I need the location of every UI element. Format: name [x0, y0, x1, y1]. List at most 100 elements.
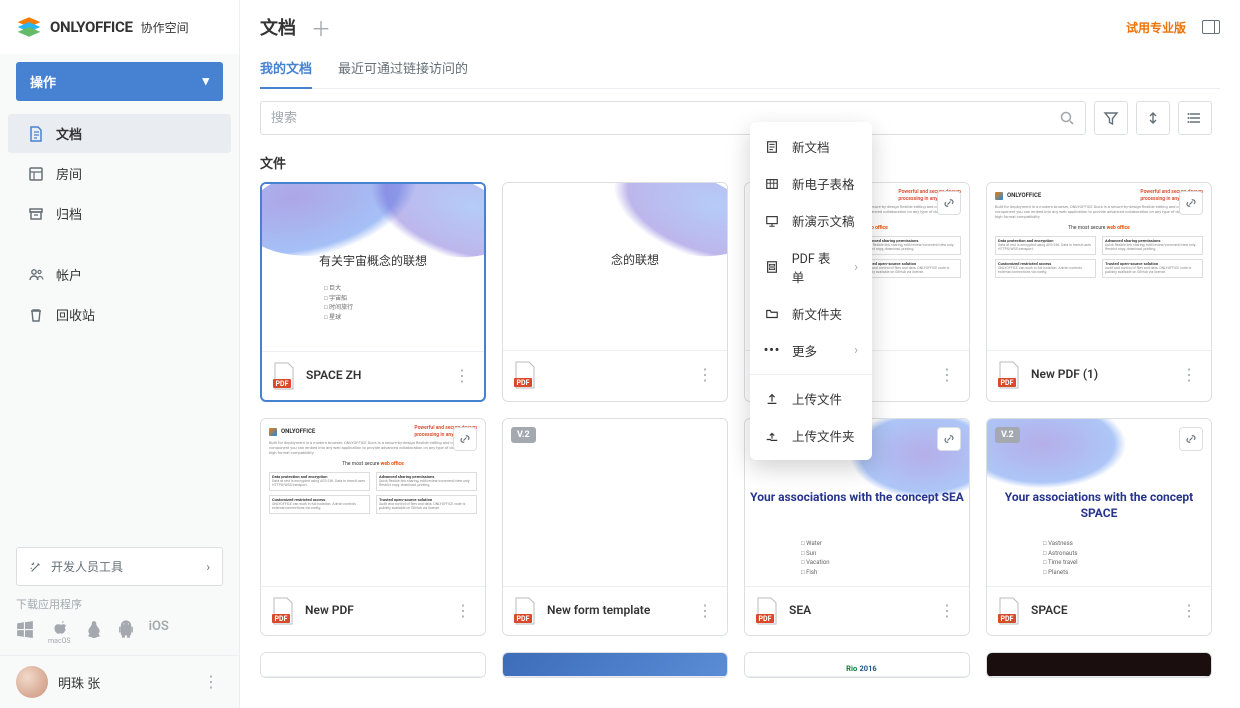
tabs: 我的文档 最近可通过链接访问的: [260, 58, 1220, 89]
version-badge: V.2: [511, 427, 536, 443]
doc-icon: [764, 139, 780, 155]
file-card[interactable]: V.2 PDF New form template ⋮: [502, 418, 728, 636]
folder-icon: [764, 306, 780, 322]
sidebar-item-accounts[interactable]: 帐户: [8, 255, 231, 294]
file-name: SEA: [789, 603, 811, 619]
menu-upload-folder[interactable]: 上传文件夹: [750, 417, 872, 454]
ios-icon[interactable]: iOS: [149, 620, 169, 645]
logo[interactable]: ONLYOFFICE 协作空间: [0, 0, 239, 54]
sheet-icon: [764, 176, 780, 192]
menu-more[interactable]: ••• 更多 ›: [750, 332, 872, 369]
add-button[interactable]: ＋: [310, 16, 332, 38]
action-button[interactable]: 操作 ▾: [16, 62, 223, 101]
file-card[interactable]: ONLYOFFICEPowerful and secure documproce…: [986, 182, 1212, 402]
file-card[interactable]: 念的联想 PDF ⋮: [502, 182, 728, 402]
sidebar-item-trash[interactable]: 回收站: [8, 295, 231, 334]
menu-upload-file[interactable]: 上传文件: [750, 380, 872, 417]
account-icon: [28, 267, 44, 283]
file-menu-icon[interactable]: ⋮: [1177, 368, 1201, 382]
download-apps-label: 下载应用程序: [16, 596, 223, 612]
file-name: SPACE: [1031, 603, 1068, 619]
pdfform-icon: [764, 259, 780, 275]
trash-icon: [28, 307, 44, 323]
search-input[interactable]: [271, 111, 1059, 126]
file-menu-icon[interactable]: ⋮: [693, 604, 717, 618]
brand-suffix: 协作空间: [141, 19, 189, 36]
menu-new-presentation[interactable]: 新演示文稿: [750, 202, 872, 239]
avatar: [16, 666, 48, 698]
link-badge-icon[interactable]: [937, 191, 961, 215]
tab-my-documents[interactable]: 我的文档: [260, 58, 312, 89]
menu-divider: [750, 374, 872, 375]
page-title: 文档: [260, 14, 296, 40]
file-card[interactable]: Rio2016: [744, 652, 970, 678]
file-card[interactable]: [986, 652, 1212, 678]
link-badge-icon[interactable]: [937, 427, 961, 451]
file-name: New PDF: [305, 603, 354, 619]
sidebar-item-rooms[interactable]: 房间: [8, 154, 231, 193]
file-menu-icon[interactable]: ⋮: [1177, 604, 1201, 618]
file-menu-icon[interactable]: ⋮: [935, 604, 959, 618]
pdf-icon: PDF: [272, 362, 296, 390]
view-button[interactable]: [1178, 101, 1212, 135]
menu-new-document[interactable]: 新文档: [750, 128, 872, 165]
link-badge-icon[interactable]: [453, 427, 477, 451]
dev-tools-button[interactable]: 开发人员工具 ›: [16, 547, 223, 586]
filter-button[interactable]: [1094, 101, 1128, 135]
svg-text:PDF: PDF: [275, 615, 288, 623]
more-icon: •••: [764, 343, 780, 359]
file-menu-icon[interactable]: ⋮: [450, 369, 474, 383]
menu-pdf-form[interactable]: PDF 表单 ›: [750, 239, 872, 295]
file-card[interactable]: V.2 Your associations with the concept S…: [986, 418, 1212, 636]
upload-icon: [764, 391, 780, 407]
file-card[interactable]: 有关宇宙概念的联想 □ 巨大□ 宇宙船 □ 时间旅行□ 星球 PDF SPACE…: [260, 182, 486, 402]
chevron-right-icon: ›: [854, 260, 858, 275]
thumbnail: 有关宇宙概念的联想 □ 巨大□ 宇宙船 □ 时间旅行□ 星球: [262, 184, 484, 352]
link-badge-icon[interactable]: [1179, 427, 1203, 451]
file-menu-icon[interactable]: ⋮: [935, 368, 959, 382]
svg-text:PDF: PDF: [517, 379, 530, 387]
macos-icon[interactable]: macOS: [48, 620, 71, 645]
trial-link[interactable]: 试用专业版: [1126, 19, 1186, 36]
file-card[interactable]: [502, 652, 728, 678]
windows-icon[interactable]: [16, 620, 34, 645]
chevron-down-icon: ▾: [202, 74, 209, 89]
file-card[interactable]: [260, 652, 486, 678]
tab-recent-links[interactable]: 最近可通过链接访问的: [338, 58, 468, 88]
menu-new-spreadsheet[interactable]: 新电子表格: [750, 165, 872, 202]
file-icon: [28, 126, 44, 142]
svg-text:PDF: PDF: [276, 380, 289, 388]
create-menu: 新文档 新电子表格 新演示文稿 PDF 表单 › 新文件夹 ••• 更多 › 上…: [750, 122, 872, 460]
svg-text:PDF: PDF: [1001, 379, 1014, 387]
pdf-icon: PDF: [997, 361, 1021, 389]
svg-text:PDF: PDF: [1001, 615, 1014, 623]
search-input-wrapper[interactable]: [260, 101, 1086, 135]
linux-icon[interactable]: [85, 620, 103, 645]
sort-button[interactable]: [1136, 101, 1170, 135]
file-card[interactable]: ONLYOFFICEPowerful and secure documproce…: [260, 418, 486, 636]
file-name: New form template: [547, 603, 650, 619]
svg-text:2016: 2016: [860, 664, 878, 673]
user-menu-icon[interactable]: ⋮: [199, 675, 223, 689]
file-menu-icon[interactable]: ⋮: [451, 604, 475, 618]
pdf-icon: PDF: [755, 597, 779, 625]
platform-icons: macOS iOS: [0, 618, 239, 655]
sidebar-item-documents[interactable]: 文档: [8, 114, 231, 153]
svg-text:Rio: Rio: [846, 664, 857, 673]
file-menu-icon[interactable]: ⋮: [693, 368, 717, 382]
menu-new-folder[interactable]: 新文件夹: [750, 295, 872, 332]
presentation-icon: [764, 213, 780, 229]
panel-toggle-icon[interactable]: [1202, 20, 1220, 34]
pdf-icon: PDF: [513, 597, 537, 625]
pdf-icon: PDF: [997, 597, 1021, 625]
sidebar-item-archive[interactable]: 归档: [8, 194, 231, 233]
link-badge-icon[interactable]: [1179, 191, 1203, 215]
android-icon[interactable]: [117, 620, 135, 645]
file-grid: 有关宇宙概念的联想 □ 巨大□ 宇宙船 □ 时间旅行□ 星球 PDF SPACE…: [240, 182, 1240, 698]
thumbnail: ONLYOFFICEPowerful and secure documproce…: [261, 419, 485, 587]
file-name: SPACE ZH: [306, 368, 361, 384]
user-row[interactable]: 明珠 张 ⋮: [0, 655, 239, 708]
nav-secondary: 帐户 回收站: [0, 254, 239, 335]
pdf-icon: PDF: [271, 597, 295, 625]
section-files-label: 文件: [240, 147, 1240, 182]
